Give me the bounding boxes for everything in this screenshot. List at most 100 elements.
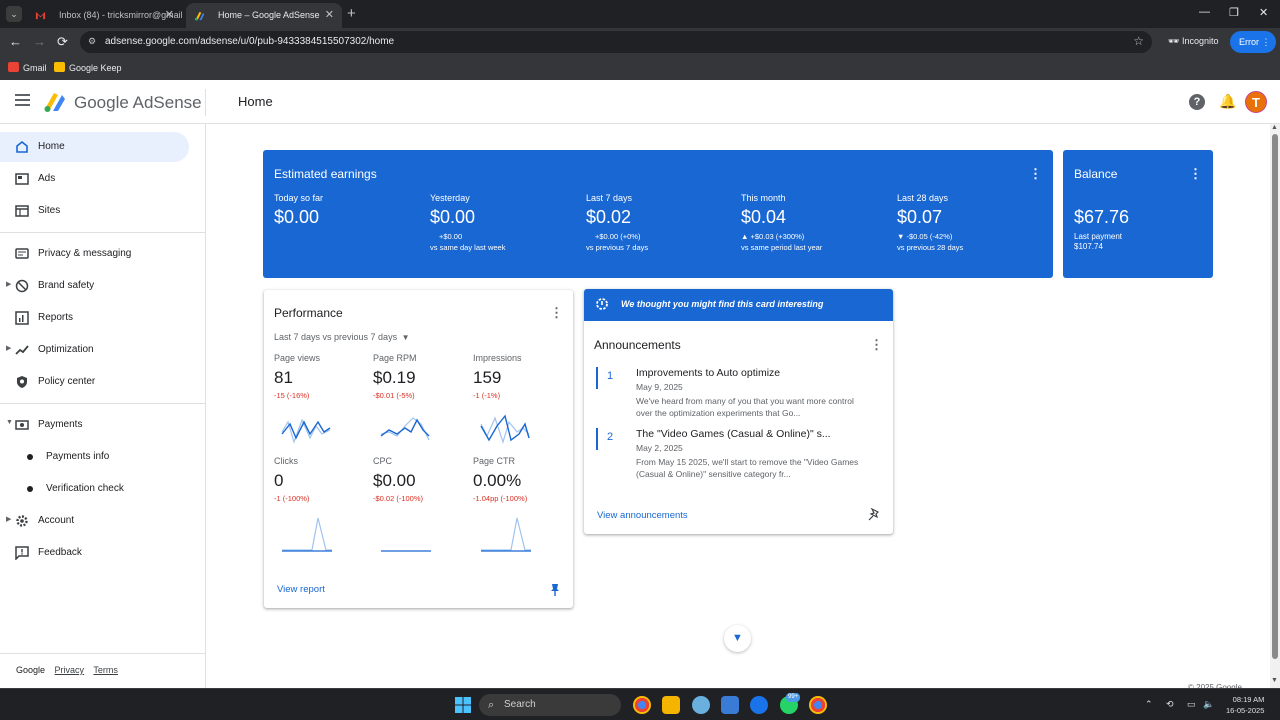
sidebar-item-reports[interactable]: Reports (0, 303, 189, 333)
chrome-active-icon[interactable] (809, 696, 827, 714)
pin-outline-icon[interactable] (868, 508, 880, 522)
notifications-icon[interactable]: 🔔 (1219, 93, 1236, 110)
bookmark-keep[interactable]: Google Keep (54, 62, 122, 73)
more-options-icon[interactable]: ⋮ (870, 338, 883, 351)
sidebar-item-home[interactable]: Home (0, 132, 189, 162)
sidebar-item-payments[interactable]: ▼ Payments (0, 410, 189, 440)
sidebar-item-optimization[interactable]: ▶ Optimization (0, 335, 189, 365)
expand-caret-icon[interactable]: ▶ (6, 344, 11, 352)
tab-adsense[interactable]: Home – Google AdSense ✕ (186, 3, 342, 28)
announcement-number: 2 (596, 428, 614, 450)
announcement-title[interactable]: The "Video Games (Casual & Online)" s... (636, 428, 831, 440)
chrome-profile-icon[interactable] (750, 696, 768, 714)
last-payment-value: $107.74 (1074, 242, 1103, 251)
gear-icon (16, 515, 28, 527)
app-header: Google AdSense Home ? 🔔 T (0, 81, 1280, 124)
chrome-icon[interactable] (633, 696, 651, 714)
bullet-icon (27, 454, 33, 460)
privacy-link[interactable]: Privacy (55, 665, 85, 675)
estimated-earnings-card: Estimated earnings ⋮ Today so far $0.00 … (263, 150, 1053, 278)
metric-value: $0.00 (373, 471, 416, 490)
metric-label: Impressions (473, 353, 522, 363)
sidebar-item-policy-center[interactable]: Policy center (0, 367, 189, 397)
expand-caret-icon[interactable]: ▶ (6, 280, 11, 288)
announcement-banner-text: We thought you might find this card inte… (621, 299, 824, 309)
sparkline-clicks (282, 517, 332, 552)
scroll-down-arrow-icon[interactable]: ▼ (1271, 677, 1278, 684)
sidebar-item-sites[interactable]: Sites (0, 196, 189, 226)
new-tab-icon[interactable]: + (347, 5, 356, 22)
settings-app-icon[interactable] (692, 696, 710, 714)
omnibox[interactable]: ⚙ adsense.google.com/adsense/u/0/pub-943… (80, 31, 1152, 53)
metric-label: This month (741, 193, 786, 203)
sparkline-page-rpm (380, 417, 430, 441)
scrollbar-thumb[interactable] (1272, 134, 1278, 659)
maximize-icon[interactable]: ❐ (1229, 6, 1239, 19)
metric-value: 0 (274, 471, 284, 490)
search-icon: ⌕ (488, 699, 495, 711)
site-info-icon[interactable]: ⚙ (88, 36, 96, 47)
pin-icon[interactable] (549, 583, 561, 597)
earnings-last-7-days: Last 7 days $0.02 +$0.00 (+0%) vs previo… (586, 193, 736, 252)
reload-icon[interactable]: ⟳ (57, 34, 68, 50)
network-icon[interactable]: ▭ (1187, 699, 1196, 710)
tab-search-icon[interactable]: ⌄ (6, 6, 22, 22)
taskbar-search[interactable]: ⌕ Search (479, 694, 621, 716)
page-scrollbar[interactable]: ▲ ▼ (1270, 124, 1280, 688)
more-options-icon[interactable]: ⋮ (1029, 167, 1042, 180)
collapse-caret-icon[interactable]: ▼ (6, 419, 13, 426)
help-icon[interactable]: ? (1189, 94, 1205, 110)
sidebar-item-label: Policy center (38, 376, 96, 387)
error-button[interactable]: Error ⋮ (1230, 31, 1276, 53)
scroll-down-chevron-icon[interactable]: ▼ (724, 625, 751, 652)
terms-link[interactable]: Terms (93, 665, 118, 675)
bookmark-gmail[interactable]: Gmail (8, 62, 47, 73)
sidebar-item-payments-info[interactable]: Payments info (0, 442, 189, 472)
window-close-icon[interactable]: ✕ (1259, 6, 1268, 19)
incognito-indicator[interactable]: 🕶 Incognito (1168, 36, 1218, 47)
view-announcements-link[interactable]: View announcements (597, 510, 688, 521)
view-report-link[interactable]: View report (277, 584, 325, 595)
scroll-up-arrow-icon[interactable]: ▲ (1271, 124, 1278, 131)
sync-icon[interactable]: ⟲ (1166, 699, 1174, 710)
policy-shield-icon (17, 376, 27, 388)
date-range-select[interactable]: Last 7 days vs previous 7 days ▼ (274, 332, 410, 342)
sidebar-item-account[interactable]: ▶ Account (0, 506, 189, 536)
metric-value: $0.00 (274, 207, 320, 227)
close-tab-icon[interactable]: ✕ (325, 3, 334, 28)
tray-overflow-icon[interactable]: ⌃ (1145, 699, 1153, 710)
windows-start-icon[interactable] (455, 697, 471, 713)
main-menu-icon[interactable] (15, 94, 30, 107)
sidebar-item-verification-check[interactable]: Verification check (0, 474, 189, 504)
url-text[interactable]: adsense.google.com/adsense/u/0/pub-94333… (105, 36, 394, 47)
sidebar-item-ads[interactable]: Ads (0, 164, 189, 194)
close-tab-icon[interactable]: ✕ (165, 3, 174, 28)
more-options-icon[interactable]: ⋮ (550, 306, 563, 319)
back-icon[interactable]: ← (9, 34, 22, 49)
notepad-icon[interactable] (721, 696, 739, 714)
avatar[interactable]: T (1245, 91, 1267, 113)
more-options-icon[interactable]: ⋮ (1189, 167, 1202, 180)
bookmark-star-icon[interactable]: ☆ (1133, 34, 1144, 48)
forward-icon[interactable]: → (33, 34, 46, 49)
sidebar-item-feedback[interactable]: Feedback (0, 538, 189, 568)
metric-value: $0.19 (373, 368, 416, 387)
sidebar-item-privacy[interactable]: Privacy & messaging (0, 239, 189, 269)
earnings-title: Estimated earnings (274, 167, 377, 181)
announcement-banner: We thought you might find this card inte… (584, 289, 893, 321)
taskbar-clock[interactable]: 08:19 AM 16-05-2025 (1226, 694, 1264, 716)
metric-delta: +$0.00 (+0%) (595, 232, 641, 241)
sidebar-item-label: Sites (38, 205, 61, 216)
tab-gmail[interactable]: Inbox (84) - tricksmirror@gmail.com ✕ (27, 3, 182, 28)
metric-value: 159 (473, 368, 502, 387)
announcement-title[interactable]: Improvements to Auto optimize (636, 367, 780, 379)
announcement-date: May 9, 2025 (636, 382, 683, 392)
sidebar-item-brand-safety[interactable]: ▶ Brand safety (0, 271, 189, 301)
volume-icon[interactable]: 🔈 (1203, 699, 1214, 710)
minimize-icon[interactable]: — (1199, 6, 1210, 18)
address-bar-row: ← → ⟳ ⚙ adsense.google.com/adsense/u/0/p… (0, 28, 1280, 56)
metric-page-ctr: Page CTR 0.00% -1.04pp (-100%) (473, 456, 563, 503)
file-explorer-icon[interactable] (662, 696, 680, 714)
metric-delta: ▲ +$0.03 (+300%) (741, 232, 805, 241)
expand-caret-icon[interactable]: ▶ (6, 515, 11, 523)
